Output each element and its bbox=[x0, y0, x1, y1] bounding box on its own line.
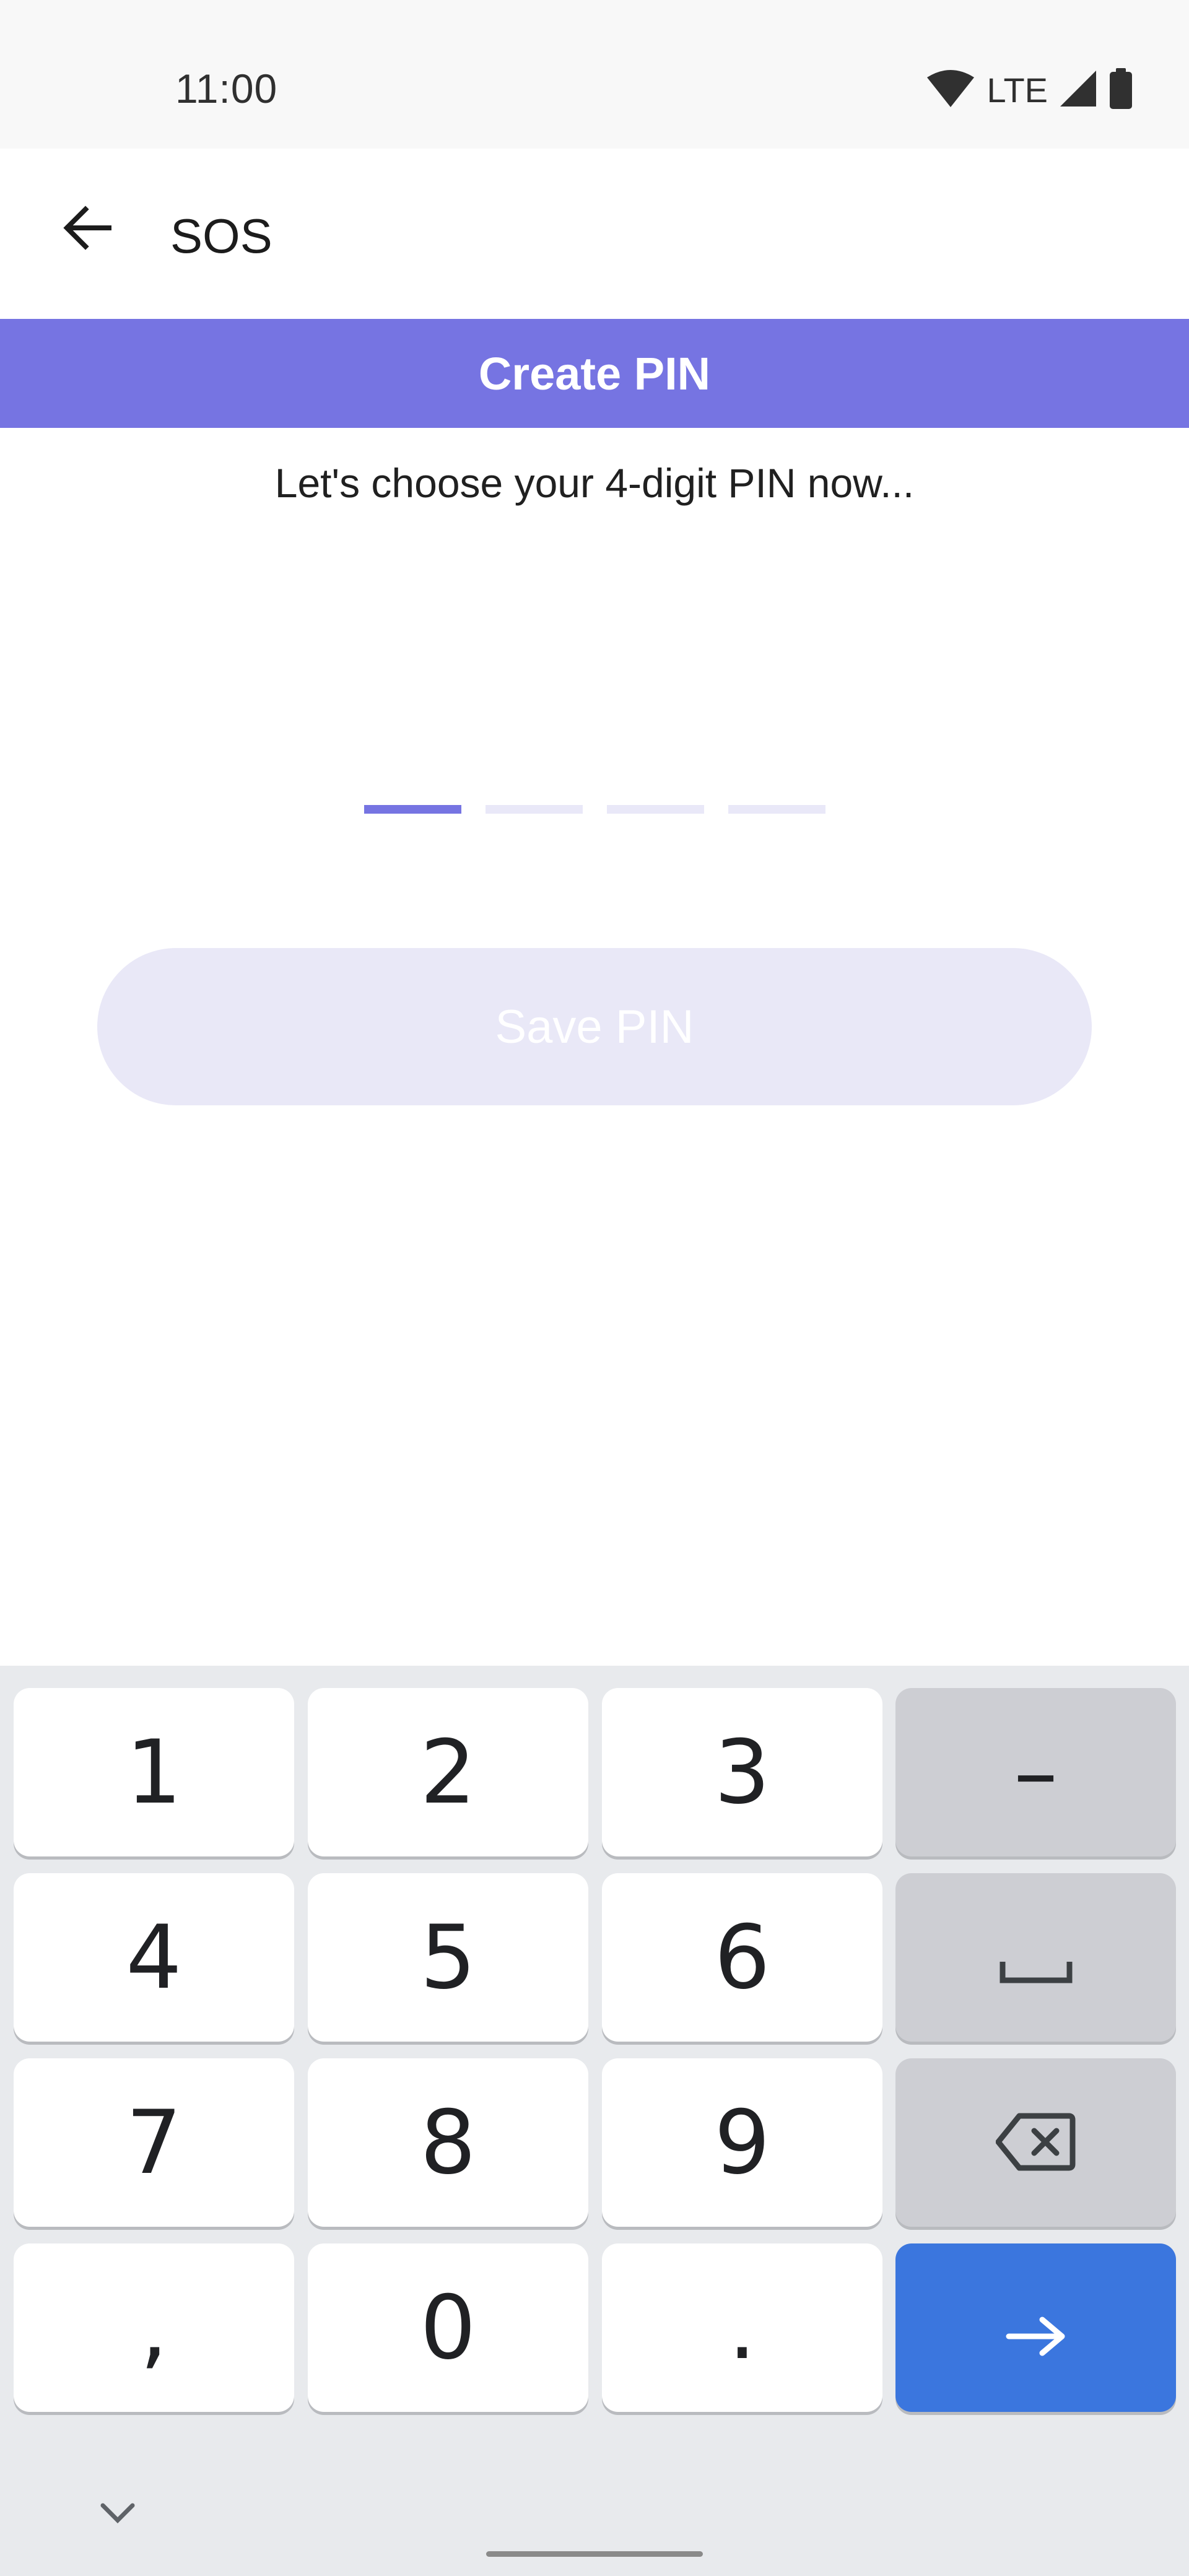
status-time: 11:00 bbox=[175, 66, 278, 111]
key-backspace[interactable] bbox=[895, 2058, 1176, 2227]
key-dash[interactable]: – bbox=[895, 1688, 1176, 1856]
pin-slot-3 bbox=[607, 805, 704, 814]
arrow-forward-icon bbox=[1005, 2277, 1067, 2379]
key-7[interactable]: 7 bbox=[14, 2058, 294, 2227]
save-pin-button[interactable]: Save PIN bbox=[97, 948, 1092, 1105]
key-1[interactable]: 1 bbox=[14, 1688, 294, 1856]
pin-slot-4 bbox=[728, 805, 825, 814]
space-icon bbox=[999, 1907, 1073, 2009]
app-bar: SOS bbox=[0, 149, 1189, 319]
status-icons: LTE bbox=[926, 67, 1133, 112]
wifi-icon bbox=[926, 69, 975, 111]
network-type-label: LTE bbox=[986, 70, 1048, 110]
key-5[interactable]: 5 bbox=[308, 1873, 588, 2042]
key-0[interactable]: 0 bbox=[308, 2243, 588, 2412]
cell-signal-icon bbox=[1059, 69, 1097, 111]
key-3[interactable]: 3 bbox=[602, 1688, 882, 1856]
key-enter[interactable] bbox=[895, 2243, 1176, 2412]
key-2[interactable]: 2 bbox=[308, 1688, 588, 1856]
create-pin-banner: Create PIN bbox=[0, 319, 1189, 428]
banner-title: Create PIN bbox=[478, 347, 711, 399]
numeric-keyboard: 1 2 3 – 4 5 6 7 8 9 , 0 . bbox=[0, 1666, 1189, 2576]
pin-slot-1 bbox=[364, 805, 461, 814]
key-8[interactable]: 8 bbox=[308, 2058, 588, 2227]
arrow-back-icon bbox=[61, 202, 113, 257]
key-9[interactable]: 9 bbox=[602, 2058, 882, 2227]
chevron-down-icon bbox=[99, 2500, 136, 2528]
back-button[interactable] bbox=[43, 186, 130, 272]
key-comma[interactable]: , bbox=[14, 2243, 294, 2412]
pin-entry-field[interactable] bbox=[364, 805, 825, 814]
key-period[interactable]: . bbox=[602, 2243, 882, 2412]
pin-instruction: Let's choose your 4-digit PIN now... bbox=[274, 460, 915, 506]
navigation-handle[interactable] bbox=[486, 2551, 703, 2557]
key-6[interactable]: 6 bbox=[602, 1873, 882, 2042]
backspace-icon bbox=[995, 2092, 1076, 2194]
battery-icon bbox=[1108, 67, 1133, 112]
status-bar: 11:00 LTE bbox=[0, 0, 1189, 149]
hide-keyboard-button[interactable] bbox=[90, 2486, 146, 2542]
save-pin-label: Save PIN bbox=[495, 1000, 694, 1053]
pin-slot-2 bbox=[486, 805, 583, 814]
key-space[interactable] bbox=[895, 1873, 1176, 2042]
key-4[interactable]: 4 bbox=[14, 1873, 294, 2042]
app-title: SOS bbox=[170, 209, 272, 263]
